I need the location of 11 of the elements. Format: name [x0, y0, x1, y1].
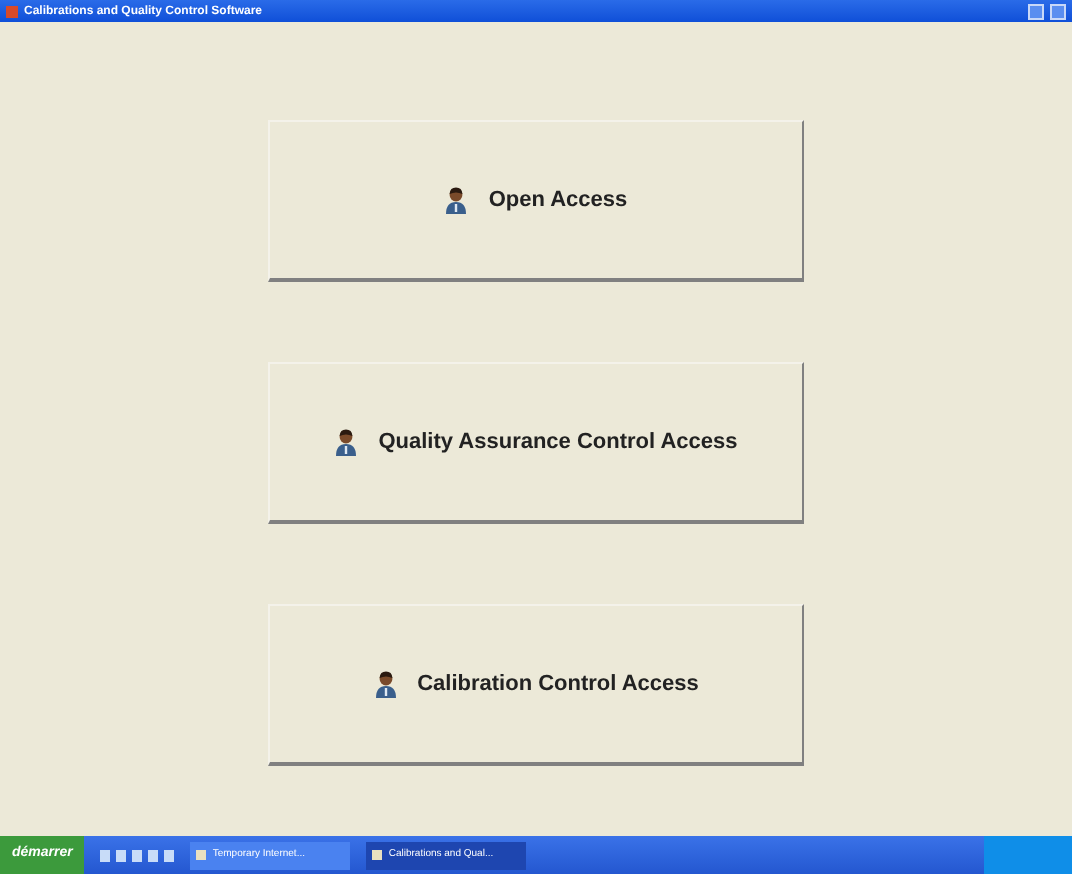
system-tray: [984, 836, 1072, 874]
app-icon: [6, 5, 18, 17]
restore-button[interactable]: [1028, 3, 1044, 19]
user-icon: [444, 186, 469, 214]
close-button[interactable]: [1050, 3, 1066, 19]
user-icon: [334, 428, 359, 456]
access-button[interactable]: Calibration Control Access: [268, 604, 804, 766]
access-button[interactable]: Quality Assurance Control Access: [268, 362, 804, 524]
user-icon: [373, 670, 398, 698]
access-button[interactable]: Open Access: [268, 120, 804, 282]
quick-launch-icons: [100, 849, 175, 861]
